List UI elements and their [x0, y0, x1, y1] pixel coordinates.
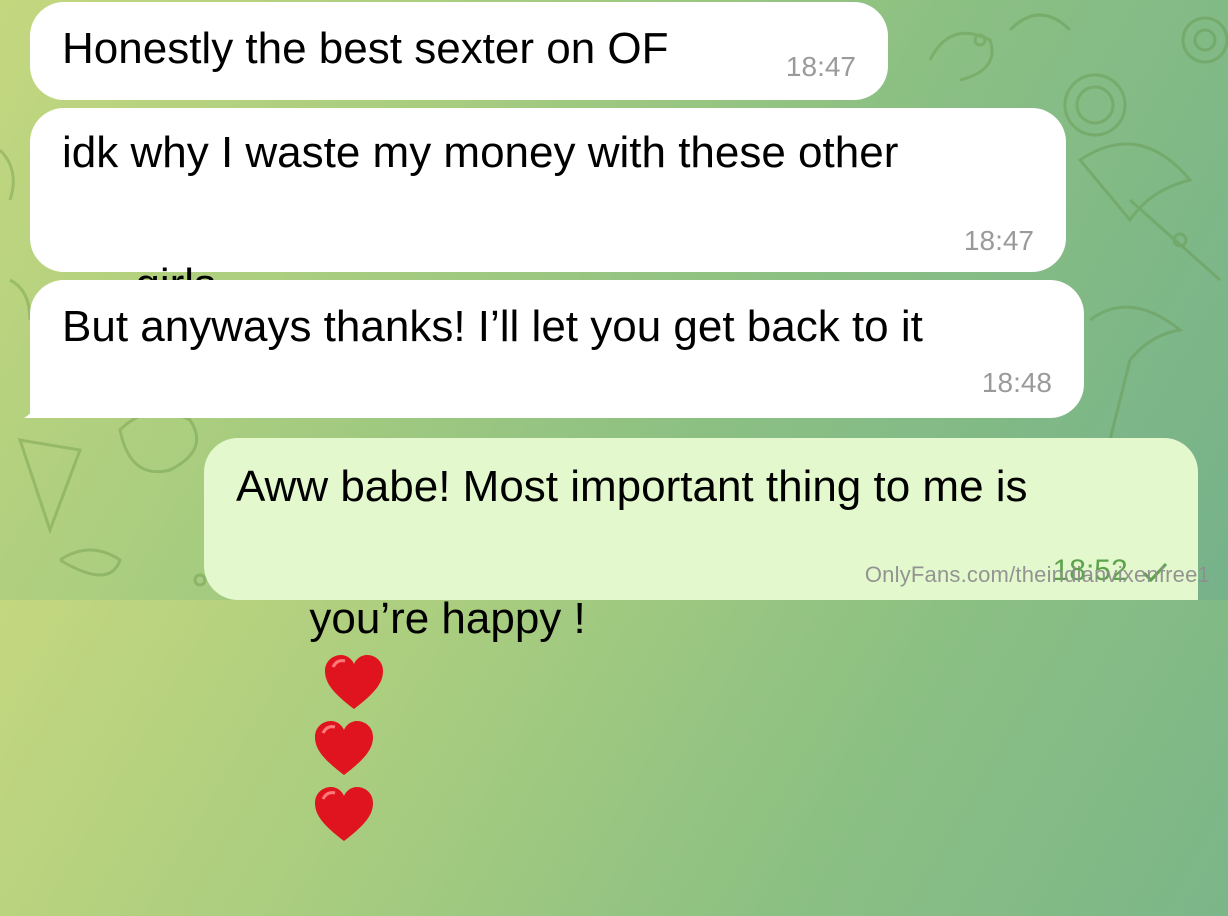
watermark: OnlyFans.com/theindianvixenfree1 — [864, 562, 1210, 587]
red-heart-icon — [315, 787, 374, 842]
message-text: But anyways thanks! I’ll let you get bac… — [62, 302, 923, 351]
incoming-message[interactable]: idk why I waste my money with these othe… — [30, 108, 1066, 378]
message-text-line: idk why I waste my money with these othe… — [62, 128, 899, 177]
bubble-tail — [24, 376, 58, 418]
message-timestamp: 18:47 — [963, 225, 1034, 256]
incoming-message[interactable]: Honestly the best sexter on OF 18:47 — [30, 2, 888, 100]
chat-area: Honestly the best sexter on OF 18:47 idk… — [0, 0, 1228, 842]
red-heart-icon — [315, 721, 374, 776]
message-text-line: Aww babe! Most important thing to me is — [236, 462, 1028, 511]
message-timestamp: 18:47 — [785, 51, 856, 82]
message-text: Honestly the best sexter on OF — [62, 24, 669, 73]
red-heart-icon — [325, 655, 384, 710]
message-text-line-2: you’re happy ! — [309, 594, 586, 643]
message-timestamp: 18:48 — [981, 367, 1052, 398]
incoming-message[interactable]: But anyways thanks! I’ll let you get bac… — [30, 280, 1084, 418]
